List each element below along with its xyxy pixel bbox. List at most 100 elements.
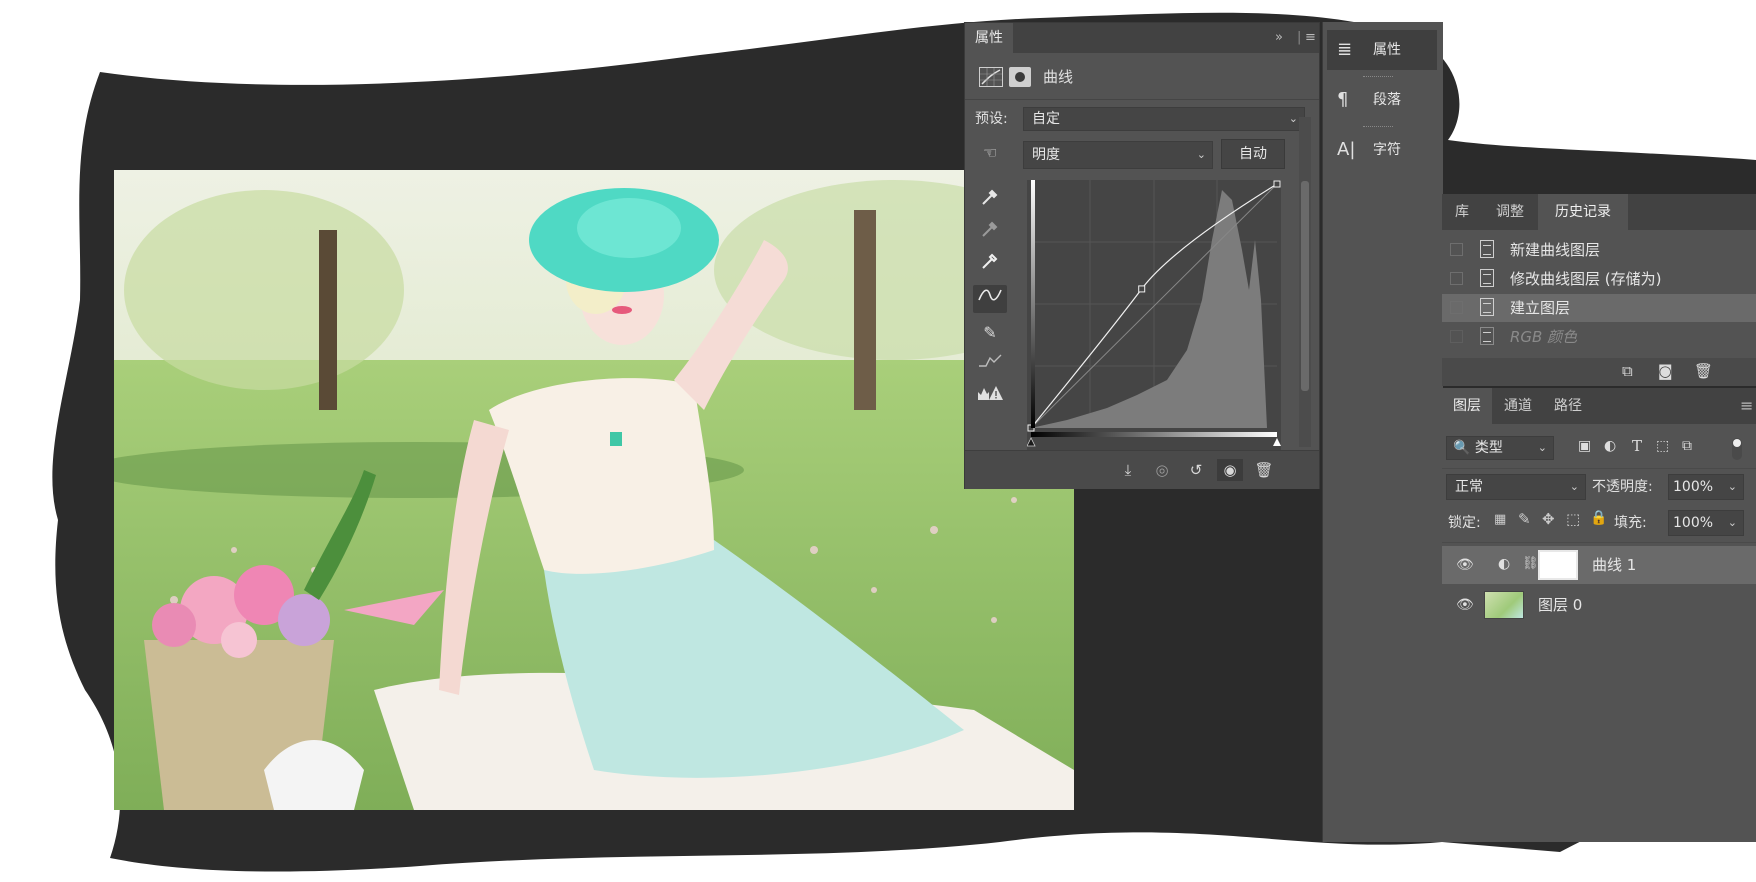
shape-filter-icon[interactable]: ⬚ xyxy=(1656,438,1669,454)
chevron-down-icon: ⌄ xyxy=(1288,112,1298,125)
photo-canvas[interactable] xyxy=(114,170,1074,810)
snapshot-checkbox[interactable] xyxy=(1450,330,1463,343)
smart-object-filter-icon[interactable]: ⧉ xyxy=(1682,438,1692,454)
lock-transparent-icon[interactable]: ▦ xyxy=(1494,512,1506,527)
clip-to-layer-icon[interactable]: ⤓ xyxy=(1115,459,1141,481)
layer-mask-thumbnail[interactable] xyxy=(1538,550,1578,580)
tab-channels[interactable]: 通道 xyxy=(1494,388,1542,424)
view-previous-icon[interactable]: ◎ xyxy=(1149,459,1175,481)
clipping-warning-icon[interactable] xyxy=(973,383,1007,411)
layer-filter-select[interactable]: 🔍 类型 ⌄ xyxy=(1446,436,1554,460)
channel-select[interactable]: 明度 ⌄ xyxy=(1023,141,1213,169)
gray-eyedropper-icon[interactable] xyxy=(973,219,1007,247)
trash-icon[interactable]: 🗑 xyxy=(1694,362,1713,380)
history-item-current[interactable]: 建立图层 xyxy=(1442,294,1756,322)
dock-item-paragraph[interactable]: ¶ 段落 xyxy=(1327,80,1437,120)
divider xyxy=(1442,542,1756,543)
history-item[interactable]: 新建曲线图层 xyxy=(1442,236,1756,264)
trash-icon[interactable]: 🗑 xyxy=(1251,459,1277,481)
visibility-eye-icon[interactable]: ◉ xyxy=(1217,459,1243,481)
auto-button[interactable]: 自动 xyxy=(1221,139,1285,169)
preset-label: 预设: xyxy=(975,111,1008,127)
chain-link-icon[interactable]: ⛓ xyxy=(1522,556,1539,571)
image-filter-icon[interactable]: ▣ xyxy=(1578,438,1591,454)
dock-label: 段落 xyxy=(1373,92,1401,108)
fill-label: 填充: xyxy=(1614,515,1647,531)
properties-tabbar: 属性 » | ≡ xyxy=(965,23,1319,53)
search-icon: 🔍 xyxy=(1453,440,1471,456)
dock-item-character[interactable]: A| 字符 xyxy=(1327,130,1437,170)
fill-value: 100% xyxy=(1673,515,1714,531)
adjustment-layer-icon: ◐ xyxy=(1498,556,1511,572)
dock-item-properties[interactable]: ≣ 属性 xyxy=(1327,30,1437,70)
scrollbar[interactable] xyxy=(1299,117,1311,447)
layers-tabstrip: 图层 通道 路径 ≡ xyxy=(1442,388,1756,424)
snapshot-checkbox[interactable] xyxy=(1450,272,1463,285)
collapse-icon[interactable]: » xyxy=(1275,23,1283,53)
tab-properties[interactable]: 属性 xyxy=(965,23,1013,53)
smooth-curve-icon[interactable] xyxy=(973,351,1007,379)
dock-label: 属性 xyxy=(1373,42,1401,58)
preset-value: 自定 xyxy=(1032,111,1060,127)
document-icon xyxy=(1480,327,1494,345)
curve-edit-icon[interactable] xyxy=(973,285,1007,313)
new-document-icon[interactable]: ⧉ xyxy=(1622,362,1633,380)
tab-history[interactable]: 历史记录 xyxy=(1538,194,1628,230)
chevron-down-icon: ⌄ xyxy=(1727,480,1737,493)
visibility-eye-icon[interactable]: 👁 xyxy=(1456,546,1474,584)
curve-control-point[interactable] xyxy=(1273,180,1281,188)
tab-adjustments[interactable]: 调整 xyxy=(1484,194,1536,230)
reset-icon[interactable]: ↺ xyxy=(1183,459,1209,481)
properties-bottom-bar: ⤓ ◎ ↺ ◉ 🗑 xyxy=(965,450,1319,489)
pencil-icon[interactable]: ✎ xyxy=(973,319,1007,347)
filter-toggle[interactable] xyxy=(1732,438,1742,460)
layer-row-image[interactable]: 👁 图层 0 xyxy=(1442,586,1756,624)
layer-row-curves[interactable]: 👁 ◐ ⛓ 曲线 1 xyxy=(1442,546,1756,584)
character-icon: A| xyxy=(1337,139,1356,160)
lock-brush-icon[interactable]: ✎ xyxy=(1518,510,1531,528)
black-eyedropper-icon[interactable] xyxy=(973,187,1007,215)
camera-icon[interactable]: ◙ xyxy=(1658,362,1673,380)
panel-menu-icon[interactable]: ≡ xyxy=(1740,388,1753,424)
grip xyxy=(1363,76,1393,79)
opacity-field[interactable]: 100% ⌄ xyxy=(1668,474,1744,500)
lock-artboard-icon[interactable]: ⬚ xyxy=(1566,510,1580,528)
on-image-adjust-icon[interactable]: ☜ xyxy=(973,139,1007,167)
blend-mode-value: 正常 xyxy=(1455,479,1483,495)
adjustment-filter-icon[interactable]: ◐ xyxy=(1604,438,1616,454)
preset-select[interactable]: 自定 ⌄ xyxy=(1023,107,1305,131)
layer-name[interactable]: 图层 0 xyxy=(1538,586,1582,624)
mask-icon[interactable] xyxy=(1009,67,1031,87)
white-eyedropper-icon[interactable] xyxy=(973,251,1007,279)
panel-dock: ≣ 属性 ¶ 段落 A| 字符 xyxy=(1322,22,1443,842)
snapshot-checkbox[interactable] xyxy=(1450,301,1463,314)
filter-label: 类型 xyxy=(1474,440,1503,456)
history-item-undone[interactable]: RGB 颜色 xyxy=(1442,323,1756,351)
lock-all-icon[interactable]: 🔒 xyxy=(1590,510,1607,526)
visibility-eye-icon[interactable]: 👁 xyxy=(1456,586,1474,624)
history-item[interactable]: 修改曲线图层 (存储为) xyxy=(1442,265,1756,293)
document-icon xyxy=(1480,298,1494,316)
chevron-down-icon: ⌄ xyxy=(1537,441,1547,454)
type-filter-icon[interactable]: T xyxy=(1632,437,1642,455)
chevron-down-icon: ⌄ xyxy=(1727,516,1737,529)
layer-thumbnail[interactable] xyxy=(1484,591,1524,619)
snapshot-checkbox[interactable] xyxy=(1450,243,1463,256)
curve-control-point[interactable] xyxy=(1138,285,1146,293)
separator: | xyxy=(1297,30,1302,45)
chevron-down-icon: ⌄ xyxy=(1196,148,1206,161)
fill-field[interactable]: 100% ⌄ xyxy=(1668,510,1744,536)
tab-paths[interactable]: 路径 xyxy=(1544,388,1592,424)
layer-name[interactable]: 曲线 1 xyxy=(1592,546,1636,584)
layers-panel: 图层 通道 路径 ≡ 🔍 类型 ⌄ ▣ ◐ T ⬚ ⧉ 正常 ⌄ 不透明度: 1… xyxy=(1442,388,1756,842)
chevron-down-icon: ⌄ xyxy=(1569,480,1579,493)
tab-layers[interactable]: 图层 xyxy=(1442,388,1492,424)
curves-graph[interactable] xyxy=(1027,180,1281,458)
panel-menu-icon[interactable]: ≡ xyxy=(1305,23,1316,53)
lock-position-icon[interactable]: ✥ xyxy=(1542,510,1555,528)
blend-mode-select[interactable]: 正常 ⌄ xyxy=(1446,474,1586,500)
properties-panel: 属性 » | ≡ 曲线 预设: 自定 ⌄ ☜ 明度 ⌄ 自动 ✎ ⤓ ◎ ↺ ◉… xyxy=(964,22,1320,489)
tab-library[interactable]: 库 xyxy=(1442,194,1482,230)
woman-picnic-photo xyxy=(114,170,1074,810)
grip xyxy=(1363,126,1393,129)
